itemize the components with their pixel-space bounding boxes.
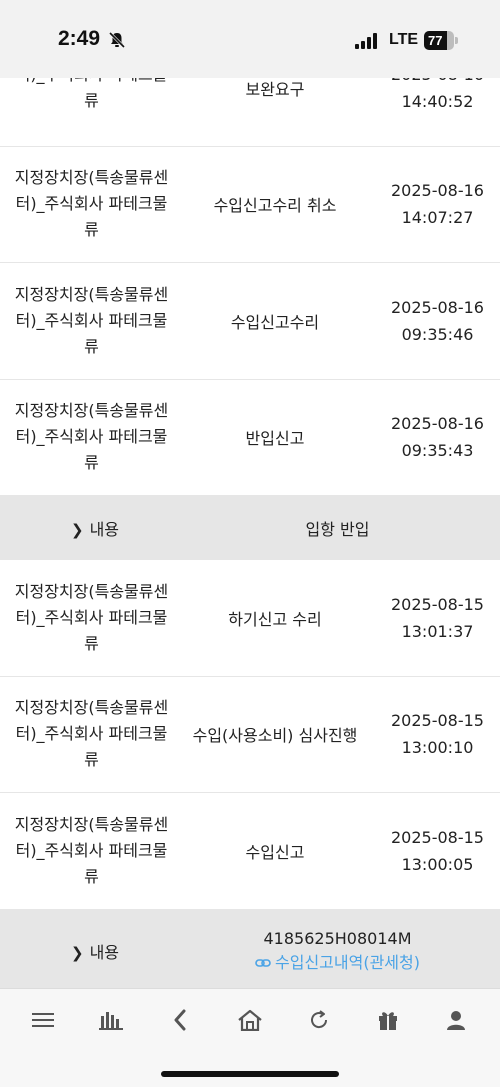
status-cell: 하기신고 수리 — [228, 609, 322, 629]
date-value: 2025-08-16 — [391, 414, 484, 434]
place-line: 터)_주식회사 파테크물 — [15, 427, 168, 447]
link-icon — [255, 959, 271, 967]
status-cell: 수입(사용소비) 심사진행 — [192, 726, 358, 746]
battery-level: 77 — [428, 33, 443, 48]
date-value: 2025-08-15 — [391, 711, 484, 731]
status-cell: 수입신고 — [245, 842, 305, 862]
section-label: 내용 — [89, 520, 120, 539]
bell-muted-icon — [108, 31, 126, 49]
status-cell: 수입신고수리 — [230, 312, 320, 332]
date-cell: 2025-08-15 13:00:05 — [375, 824, 500, 878]
network-label: LTE — [389, 31, 419, 48]
date-cell: 2025-08-16 09:35:46 — [375, 294, 500, 348]
place-line: 지정장치장(특송물류센 — [14, 698, 169, 718]
status-cell: 수입신고수리 취소 — [213, 196, 337, 216]
content-toggle[interactable]: ❯ 내용 — [0, 516, 190, 540]
place-cell: 지정장치장(특송물류센 터)_주식회사 파테크물 류 — [0, 282, 175, 360]
date-cell: 2025-08-15 13:01:37 — [375, 591, 500, 645]
date-value: 2025-08-16 — [391, 181, 484, 201]
time-value: 13:00:10 — [401, 738, 474, 758]
place-cell: 지정장치장(특송물류센 터)_주식회사 파테크물 류 — [0, 579, 175, 657]
battery-icon: 77 — [424, 31, 458, 50]
table-row: 지정장치장(특송물류센 터)_주식회사 파테크물 류 반입신고 2025-08-… — [0, 379, 500, 496]
time-value: 09:35:43 — [401, 441, 474, 461]
place-line: 류 — [84, 336, 99, 356]
status-cell: 반입신고 — [245, 429, 305, 449]
date-cell: 2025-08-15 13:00:10 — [375, 707, 500, 761]
time-value: 13:01:37 — [401, 621, 474, 641]
section-header[interactable]: ❯ 내용 입항 반입 — [0, 496, 500, 560]
profile-button[interactable] — [434, 1005, 478, 1035]
place-cell: 지정장치장(특송물류센 터)_주식회사 파테크물 류 — [0, 812, 175, 890]
place-line: 터)_주식회사 파테크물 — [15, 607, 168, 627]
content-toggle[interactable]: ❯ 내용 — [0, 939, 190, 963]
user-icon — [447, 1011, 465, 1030]
back-icon — [174, 1009, 186, 1031]
chart-button[interactable] — [89, 1005, 133, 1035]
date-value: 2025-08-16 — [391, 297, 484, 317]
place-line: 류 — [84, 750, 99, 770]
signal-icon — [355, 33, 377, 49]
place-line: 류 — [84, 866, 99, 886]
place-line: 류 — [84, 90, 99, 110]
place-line: 터)_주식회사 파테크물 — [15, 840, 168, 860]
place-line: 류 — [84, 453, 99, 473]
back-button[interactable] — [158, 1005, 202, 1035]
customs-link[interactable]: 수입신고내역(관세청) — [190, 951, 485, 975]
time-value: 13:00:05 — [401, 854, 474, 874]
place-line: 터)_주식회사 파테크물 — [15, 194, 168, 214]
table-row: 지정장치장(특송물류센 터)_주식회사 파테크물 류 수입신고수리 취소 202… — [0, 146, 500, 263]
section-value: 4185625H08014M 수입신고내역(관세청) — [190, 927, 485, 975]
section-label: 내용 — [89, 942, 120, 962]
home-indicator — [161, 1071, 339, 1077]
refresh-icon — [311, 1010, 328, 1029]
time-value: 14:07:27 — [401, 208, 474, 228]
place-line: 지정장치장(특송물류센 — [14, 168, 169, 188]
place-line: 지정장치장(특송물류센 — [14, 401, 169, 421]
tracking-list[interactable]: 터)_주식회사 파테크물 류 보완요구 2025-08-16 14:40:52 … — [0, 30, 500, 988]
table-row: 지정장치장(특송물류센 터)_주식회사 파테크물 류 수입신고 2025-08-… — [0, 793, 500, 910]
time-value: 14:40:52 — [401, 91, 474, 111]
home-icon — [238, 1009, 262, 1031]
place-line: 지정장치장(특송물류센 — [14, 284, 169, 304]
place-line: 지정장치장(특송물류센 — [14, 814, 169, 834]
gift-icon — [379, 1012, 397, 1030]
section-value: 입항 반입 — [305, 520, 370, 539]
chevron-right-icon: ❯ — [70, 943, 84, 962]
place-line: 터)_주식회사 파테크물 — [15, 310, 168, 330]
date-cell: 2025-08-16 14:07:27 — [375, 177, 500, 231]
table-row: 지정장치장(특송물류센 터)_주식회사 파테크물 류 하기신고 수리 2025-… — [0, 560, 500, 677]
place-cell: 지정장치장(특송물류센 터)_주식회사 파테크물 류 — [0, 165, 175, 243]
menu-button[interactable] — [21, 1005, 65, 1035]
customs-link-label: 수입신고내역(관세청) — [275, 952, 420, 972]
place-line: 지정장치장(특송물류센 — [14, 581, 169, 601]
home-button[interactable] — [228, 1005, 272, 1035]
refresh-button[interactable] — [297, 1005, 341, 1035]
table-row: 지정장치장(특송물류센 터)_주식회사 파테크물 류 수입신고수리 2025-0… — [0, 263, 500, 380]
gift-button[interactable] — [366, 1005, 410, 1035]
place-line: 류 — [84, 220, 99, 240]
place-line: 류 — [84, 633, 99, 653]
status-bar: 2:49 LTE 77 — [0, 0, 500, 78]
status-cell: 보완요구 — [245, 79, 305, 99]
table-row: 지정장치장(특송물류센 터)_주식회사 파테크물 류 수입(사용소비) 심사진행… — [0, 676, 500, 793]
date-cell: 2025-08-16 09:35:43 — [375, 410, 500, 464]
status-time: 2:49 — [58, 27, 101, 50]
menu-icon — [32, 1013, 54, 1027]
time-value: 09:35:46 — [401, 324, 474, 344]
declaration-number: 4185625H08014M — [263, 928, 412, 948]
place-cell: 지정장치장(특송물류센 터)_주식회사 파테크물 류 — [0, 398, 175, 476]
date-value: 2025-08-15 — [391, 827, 484, 847]
chart-icon — [99, 1012, 123, 1030]
place-cell: 지정장치장(특송물류센 터)_주식회사 파테크물 류 — [0, 695, 175, 773]
date-value: 2025-08-15 — [391, 594, 484, 614]
chevron-right-icon: ❯ — [70, 521, 84, 539]
place-line: 터)_주식회사 파테크물 — [15, 724, 168, 744]
section-header[interactable]: ❯ 내용 4185625H08014M 수입신고내역(관세청) — [0, 909, 500, 988]
